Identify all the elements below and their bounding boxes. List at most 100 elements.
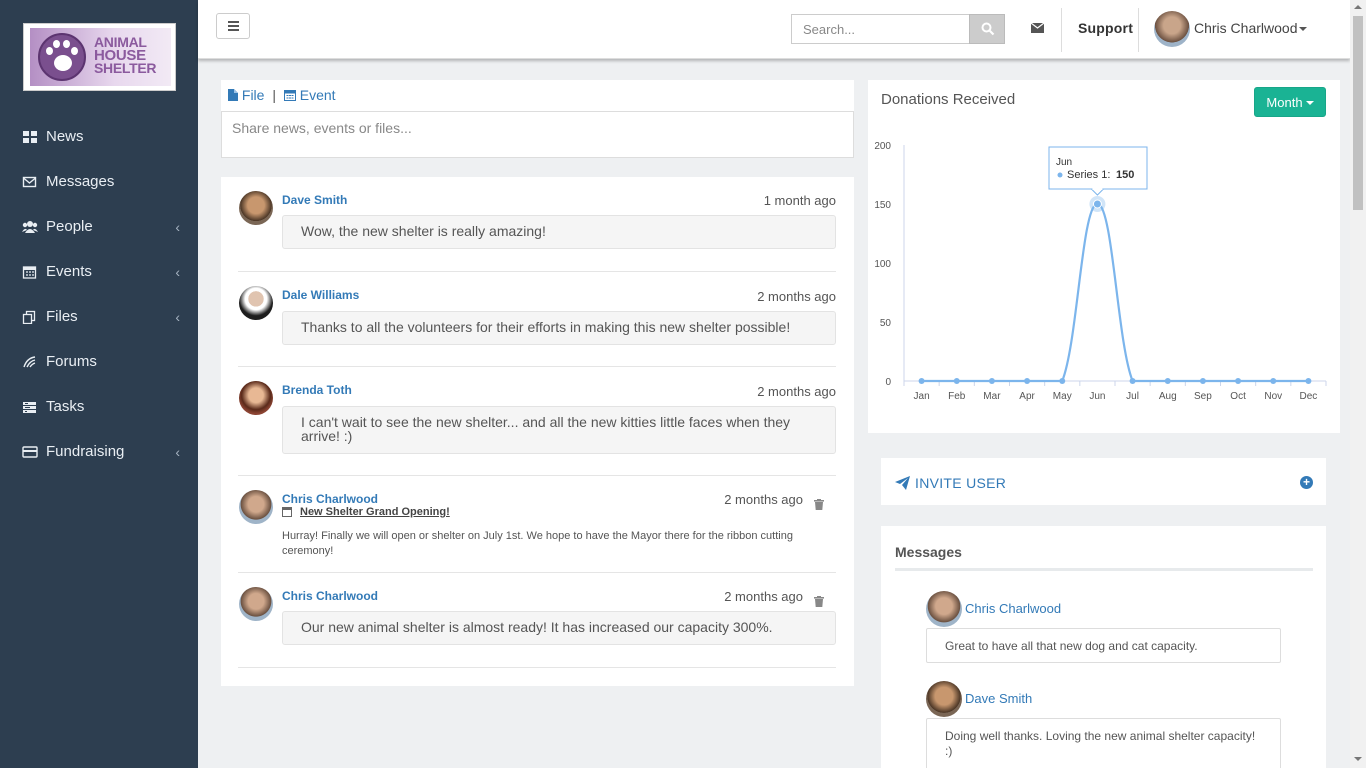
user-menu[interactable]: Chris Charlwood (1194, 20, 1297, 36)
menu-toggle-button[interactable] (216, 13, 250, 39)
data-point (1199, 378, 1206, 384)
paw-print-icon (38, 33, 86, 81)
paper-plane-icon (895, 476, 910, 490)
scrollbar-thumb[interactable] (1353, 16, 1363, 210)
avatar[interactable] (239, 490, 273, 524)
header-divider (1061, 8, 1062, 52)
sidebar-item-tasks[interactable]: Tasks (0, 384, 198, 429)
event-title-link[interactable]: New Shelter Grand Opening! (300, 506, 450, 518)
logo-text: ANIMAL HOUSE SHELTER (94, 35, 157, 76)
post-text: Thanks to all the volunteers for their e… (282, 311, 836, 345)
sidebar-item-news[interactable]: News (0, 114, 198, 159)
hamburger-icon (228, 29, 239, 31)
logo-line-3: SHELTER (94, 60, 157, 76)
sidebar-item-label: People (46, 218, 93, 235)
attach-file-link[interactable]: File (242, 87, 265, 103)
data-point (918, 378, 925, 384)
x-tick-label: Dec (1300, 391, 1318, 402)
composer-attach-links: File | Event (228, 87, 336, 103)
page-scrollbar[interactable] (1350, 0, 1366, 768)
post-author-link[interactable]: Chris Charlwood (282, 589, 378, 603)
data-point (1092, 199, 1102, 209)
attach-event-link[interactable]: Event (300, 87, 336, 103)
invite-user-label[interactable]: INVITE USER (915, 475, 1006, 491)
caret-down-icon[interactable] (1299, 27, 1307, 31)
chevron-left-icon: ‹ (175, 264, 180, 280)
trash-icon[interactable] (814, 499, 824, 510)
post-author-link[interactable]: Chris Charlwood (282, 492, 378, 506)
y-tick-label: 100 (874, 259, 891, 270)
avatar[interactable] (926, 681, 962, 717)
post-text: I can't wait to see the new shelter... a… (282, 406, 836, 454)
link-separator: | (272, 87, 276, 103)
scroll-up-arrow[interactable] (1354, 5, 1362, 9)
post-author-link[interactable]: Brenda Toth (282, 383, 352, 397)
period-dropdown-button[interactable]: Month (1254, 87, 1326, 117)
top-header: Support Chris Charlwood (198, 0, 1350, 59)
post-text: Our new animal shelter is almost ready! … (282, 611, 836, 645)
avatar[interactable] (239, 381, 273, 415)
x-tick-label: Nov (1264, 391, 1282, 402)
shelter-logo[interactable]: ANIMAL HOUSE SHELTER (23, 23, 176, 91)
data-point (1024, 378, 1031, 384)
tooltip-pointer-cover (1092, 188, 1103, 190)
sidebar-item-events[interactable]: Events ‹ (0, 249, 198, 294)
plus-circle-icon[interactable]: + (1300, 476, 1313, 489)
x-tick-label: Jul (1126, 391, 1139, 402)
sidebar-item-fundraising[interactable]: Fundraising ‹ (0, 429, 198, 474)
avatar[interactable] (239, 587, 273, 621)
envelope-icon[interactable] (1031, 23, 1044, 33)
sidebar-item-files[interactable]: Files ‹ (0, 294, 198, 339)
sidebar-item-label: Fundraising (46, 443, 125, 460)
invite-user-panel[interactable]: INVITE USER + (881, 458, 1326, 505)
sidebar-item-label: Messages (46, 173, 115, 190)
chevron-left-icon: ‹ (175, 309, 180, 325)
sidebar-item-messages[interactable]: Messages (0, 159, 198, 204)
post-timestamp: 2 months ago (724, 589, 803, 604)
trash-icon[interactable] (814, 596, 824, 607)
hamburger-icon (228, 25, 239, 27)
post-timestamp: 2 months ago (757, 289, 836, 304)
x-tick-label: May (1053, 391, 1072, 402)
feed-post: Dave Smith 1 month ago Wow, the new shel… (238, 177, 836, 272)
file-icon (228, 89, 238, 101)
avatar[interactable] (1154, 11, 1190, 47)
x-tick-label: Mar (983, 391, 1001, 402)
post-text: Hurray! Finally we will open or shelter … (282, 530, 793, 557)
sidebar-item-forums[interactable]: Forums (0, 339, 198, 384)
scroll-down-arrow[interactable] (1354, 757, 1362, 761)
message-author-link[interactable]: Chris Charlwood (965, 601, 1061, 616)
message-author-link[interactable]: Dave Smith (965, 691, 1032, 706)
post-author-link[interactable]: Dale Williams (282, 288, 359, 302)
data-point (1059, 378, 1066, 384)
chart-series (918, 196, 1312, 384)
chevron-left-icon: ‹ (175, 219, 180, 235)
series-line (921, 202, 1309, 383)
panel-title: Messages (895, 544, 962, 560)
avatar[interactable] (239, 191, 273, 225)
data-point (988, 378, 995, 384)
chart-tooltip: Jun Series 1: 150 (1048, 146, 1148, 196)
tooltip-series-label: Series 1: (1067, 169, 1110, 181)
sidebar-item-label: Files (46, 308, 78, 325)
panel-title: Donations Received (881, 91, 1016, 108)
search-input[interactable] (791, 14, 969, 44)
feed-post: Brenda Toth 2 months ago I can't wait to… (238, 367, 836, 476)
donations-chart[interactable]: 0 50 100 150 200 Jan Feb Mar Apr May Jun Jul Aug Sep O… (868, 135, 1340, 425)
post-timestamp: 2 months ago (724, 492, 803, 507)
avatar[interactable] (926, 591, 962, 627)
credit-card-icon (22, 445, 38, 458)
post-author-link[interactable]: Dave Smith (282, 193, 347, 207)
y-tick-label: 200 (874, 141, 891, 152)
title-divider (895, 568, 1313, 571)
search-button[interactable] (969, 14, 1005, 44)
share-input[interactable] (221, 111, 854, 158)
x-tick-label: Oct (1230, 391, 1246, 402)
post-composer: File | Event (221, 80, 854, 158)
data-point (1235, 378, 1242, 384)
support-link[interactable]: Support (1078, 20, 1133, 36)
avatar[interactable] (239, 286, 273, 320)
sidebar-item-people[interactable]: People ‹ (0, 204, 198, 249)
post-timestamp: 1 month ago (763, 193, 836, 208)
x-tick-label: Feb (948, 391, 966, 402)
